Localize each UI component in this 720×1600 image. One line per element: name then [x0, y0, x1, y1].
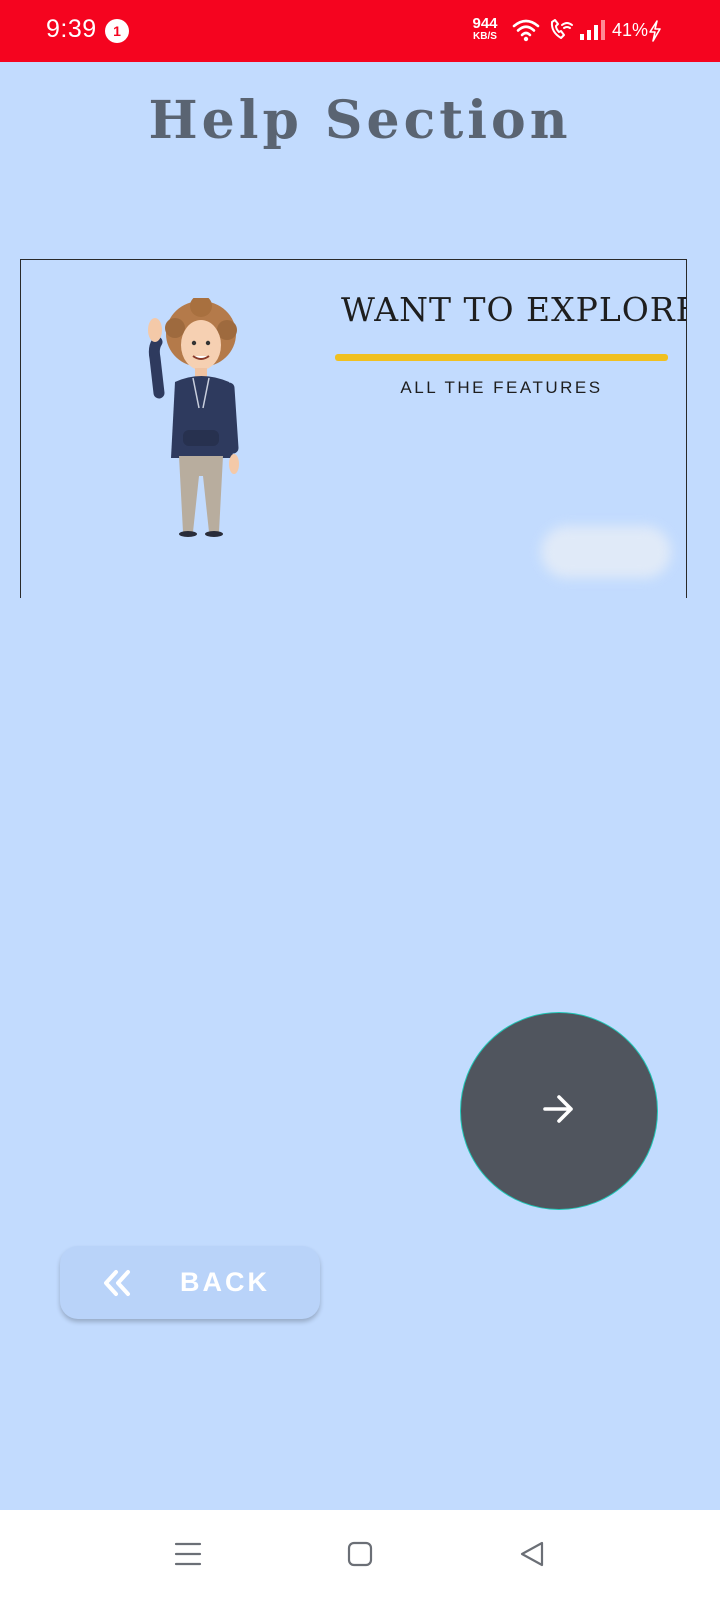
charging-bolt-icon	[648, 20, 662, 47]
battery-percent: 41%	[612, 20, 649, 40]
recent-apps-button[interactable]	[166, 1534, 210, 1578]
arrow-right-icon	[539, 1089, 579, 1134]
banner-accent-line	[335, 354, 668, 361]
home-square-icon	[346, 1540, 374, 1573]
menu-icon	[173, 1541, 203, 1572]
network-speed-unit: KB/S	[473, 31, 497, 42]
wifi-calling-icon	[548, 18, 574, 47]
banner-watermark-smudge	[541, 526, 671, 578]
status-bar: 9:39 1 944 KB/S 41%	[0, 0, 720, 62]
waving-character-illustration	[137, 295, 247, 548]
banner-subline: ALL THE FEATURES	[400, 378, 603, 397]
back-button-label: BACK	[180, 1267, 270, 1297]
signal-icon	[578, 18, 606, 47]
network-speed: 944 KB/S	[466, 16, 504, 42]
system-navigation-bar	[0, 1510, 720, 1600]
double-chevron-left-icon	[102, 1269, 134, 1302]
next-button[interactable]	[460, 1012, 658, 1210]
system-back-button[interactable]	[510, 1534, 554, 1578]
back-button[interactable]: BACK	[60, 1246, 320, 1319]
status-time: 9:39	[46, 15, 97, 43]
home-button[interactable]	[338, 1534, 382, 1578]
banner-headline: WANT TO EXPLORE	[341, 290, 687, 329]
network-speed-value: 944	[472, 15, 498, 32]
wifi-icon	[512, 18, 540, 47]
page-title: Help Section	[148, 90, 572, 151]
back-triangle-icon	[518, 1540, 546, 1573]
help-banner: WANT TO EXPLORE ALL THE FEATURES	[20, 259, 687, 598]
notification-badge: 1	[105, 19, 129, 43]
